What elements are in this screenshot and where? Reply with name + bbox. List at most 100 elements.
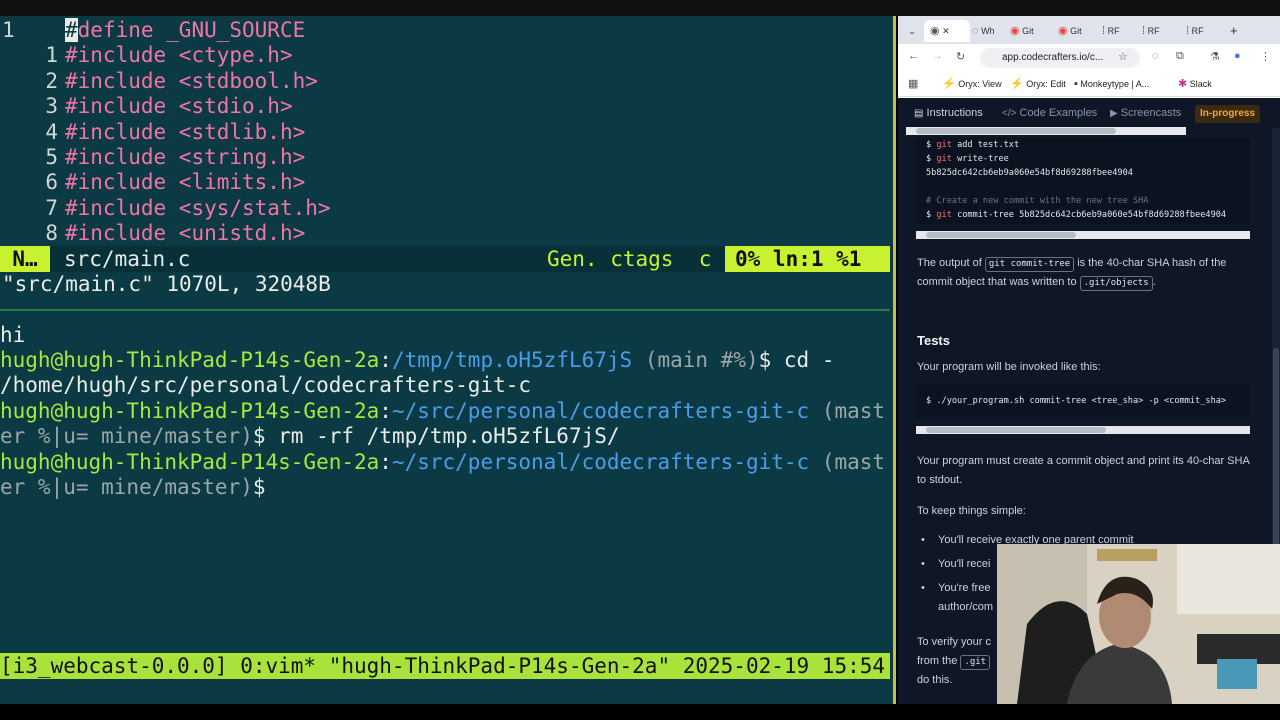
preprocessor-directive: #include: [65, 94, 167, 119]
invocation-line: $ ./your_program.sh commit-tree <tree_sh…: [926, 396, 1227, 406]
top-bar: [0, 0, 1280, 16]
prompt-separator: :: [379, 399, 392, 423]
include-header: <limits.h>: [166, 170, 306, 195]
tmux-status-bar: [i3_webcast-0.0.0] 0:vim* "hugh-ThinkPad…: [0, 653, 890, 679]
shell-prompt-line[interactable]: er %|u= mine/master)$: [0, 475, 266, 500]
tab-code-examples[interactable]: </> Code Examples: [1002, 98, 1097, 129]
vim-cursor-position: 0% ln:1 %1: [725, 246, 890, 272]
bullet-dot: •: [921, 558, 925, 570]
tab-6[interactable]: ⁞ RF: [1186, 20, 1218, 42]
git-favicon: ◉: [1058, 25, 1068, 37]
prompt-path: /tmp/tmp.oH5zfL67jS: [391, 348, 633, 372]
tab-instructions[interactable]: ▤ Instructions: [914, 98, 983, 129]
vim-command-line[interactable]: "src/main.c" 1070L, 32048B: [2, 272, 331, 297]
tab-label: RF: [1191, 26, 1204, 36]
code-line[interactable]: 7 #include <sys/stat.h>: [0, 195, 330, 221]
paragraph-text: do this.: [917, 674, 953, 686]
url-input[interactable]: app.codecrafters.io/c...: [980, 48, 1140, 68]
vim-filetype-info: Gen. ctags c: [547, 247, 712, 271]
code-block-line: [916, 180, 1250, 194]
reload-icon[interactable]: ↻: [956, 50, 965, 63]
tab-screencasts[interactable]: ▶ Screencasts: [1110, 98, 1181, 129]
preprocessor-directive: #include: [65, 43, 167, 68]
codecrafters-favicon: ◉: [930, 25, 940, 37]
bookmark-item[interactable]: ▪ Monkeytype | A...: [1074, 72, 1149, 96]
prompt-separator: :: [379, 450, 392, 474]
code-output: 5b825dc642cb6eb9a060e54bf8d69288fbee4904: [926, 168, 1133, 178]
commit-tree-output-paragraph: The output of git commit-tree is the 40-…: [917, 254, 1257, 292]
paragraph-text: .: [1152, 276, 1156, 288]
prompt-path: ~/src/personal/codecrafters-git-c: [391, 399, 810, 423]
flask-icon[interactable]: ⚗: [1210, 50, 1220, 63]
code-scrollbar[interactable]: [916, 231, 1250, 239]
close-icon[interactable]: ✕: [942, 26, 950, 36]
pane-divider[interactable]: [0, 309, 890, 311]
new-tab-button[interactable]: +: [1230, 20, 1244, 42]
bookmark-item[interactable]: ✱ Slack: [1178, 72, 1212, 96]
code-text: define _GNU_SOURCE: [77, 18, 306, 42]
tab-label: RF: [1107, 26, 1120, 36]
code-line[interactable]: 5 #include <string.h>: [0, 145, 305, 170]
code-comment: # Create a new commit with the new tree …: [926, 196, 1149, 206]
terminal-pane[interactable]: 1 #define _GNU_SOURCE 1 #include <ctype.h> 2…: [0, 16, 896, 704]
bookmark-label: Oryx: Edit: [1026, 79, 1066, 89]
vim-statusline: N… src/main.c Gen. ctags c 0% ln:1 %1: [0, 246, 890, 272]
tab-5[interactable]: ⁞ RF: [1142, 20, 1174, 42]
tab-2[interactable]: ◉ Git: [1010, 20, 1042, 42]
tabs-scrollbar[interactable]: [906, 127, 1186, 135]
code-line[interactable]: 8 #include <unistd.h>: [0, 221, 305, 246]
line-number: 2: [45, 68, 58, 93]
menu-icon[interactable]: ⋮: [1260, 50, 1271, 63]
code-command: git: [936, 140, 952, 150]
tab-3[interactable]: ◉ Git: [1058, 20, 1090, 42]
tab-search-icon[interactable]: ⌄: [904, 20, 920, 42]
bookmark-star-icon[interactable]: ☆: [1118, 50, 1128, 63]
shell-prompt-line: er %|u= mine/master)$ rm -rf /tmp/tmp.oH…: [0, 424, 620, 449]
code-args: add test.txt: [951, 140, 1020, 150]
oryx-icon: ⚡: [942, 78, 956, 90]
forward-icon[interactable]: →: [932, 50, 943, 62]
code-line[interactable]: 1 #include <ctype.h>: [0, 43, 292, 68]
prompt-git-branch: (mast: [809, 450, 886, 474]
code-line[interactable]: 4 #include <stdlib.h>: [0, 120, 305, 145]
code-args: write-tree: [951, 154, 1009, 164]
code-command: git: [936, 154, 952, 164]
profile-avatar[interactable]: ●: [1234, 50, 1241, 62]
git-favicon: ◉: [1010, 25, 1020, 37]
bookmarks-bar: ▦ ⚡ Oryx: View ⚡ Oryx: Edit ▪ Monkeytype…: [898, 72, 1280, 97]
include-header: <string.h>: [166, 145, 306, 169]
bookmark-item[interactable]: ⚡ Oryx: Edit: [1010, 72, 1066, 96]
vim-mode-indicator: N…: [0, 246, 50, 272]
line-number: 7: [45, 195, 58, 220]
code-line[interactable]: 3 #include <stdio.h>: [0, 94, 292, 119]
apps-icon[interactable]: ▦: [908, 72, 918, 96]
inline-code: .git: [960, 655, 991, 670]
monkeytype-icon: ▪: [1074, 78, 1078, 90]
preprocessor-directive: #include: [65, 119, 167, 144]
preprocessor-directive: #include: [65, 68, 167, 93]
puzzle-icon[interactable]: ⧉: [1176, 50, 1184, 63]
code-scrollbar[interactable]: [916, 426, 1250, 434]
webcam-image: [997, 544, 1280, 704]
tests-heading: Tests: [917, 333, 950, 348]
tab-1[interactable]: ◌ Wh: [972, 20, 1004, 42]
slack-icon: ✱: [1178, 78, 1188, 90]
code-block: $ git add test.txt $ git write-tree 5b825d…: [916, 138, 1250, 224]
prompt-path: ~/src/personal/codecrafters-git-c: [391, 450, 810, 474]
prompt-git-branch: (mast: [809, 399, 886, 423]
shell-prompt-line: hugh@hugh-ThinkPad-P14s-Gen-2a:~/src/per…: [0, 450, 885, 475]
page-scrollbar-thumb[interactable]: [1273, 348, 1279, 548]
back-icon[interactable]: ←: [908, 50, 919, 62]
tab-4[interactable]: ⁞ RF: [1102, 20, 1134, 42]
extension-icon[interactable]: ◌: [1152, 50, 1159, 62]
prompt-command: $ rm -rf /tmp/tmp.oH5zfL67jS/: [252, 424, 620, 448]
webcam-overlay: [997, 544, 1280, 704]
bookmark-item[interactable]: ⚡ Oryx: View: [942, 72, 1002, 96]
tab-label: RF: [1147, 26, 1160, 36]
play-icon: ▶: [1110, 108, 1118, 119]
code-line[interactable]: 6 #include <limits.h>: [0, 170, 305, 195]
include-header: <unistd.h>: [166, 221, 306, 246]
code-line[interactable]: 2 #include <stdbool.h>: [0, 69, 318, 94]
code-line[interactable]: 1 #define _GNU_SOURCE: [0, 18, 305, 43]
tab-active-codecrafters[interactable]: ◉ ✕: [924, 20, 970, 42]
